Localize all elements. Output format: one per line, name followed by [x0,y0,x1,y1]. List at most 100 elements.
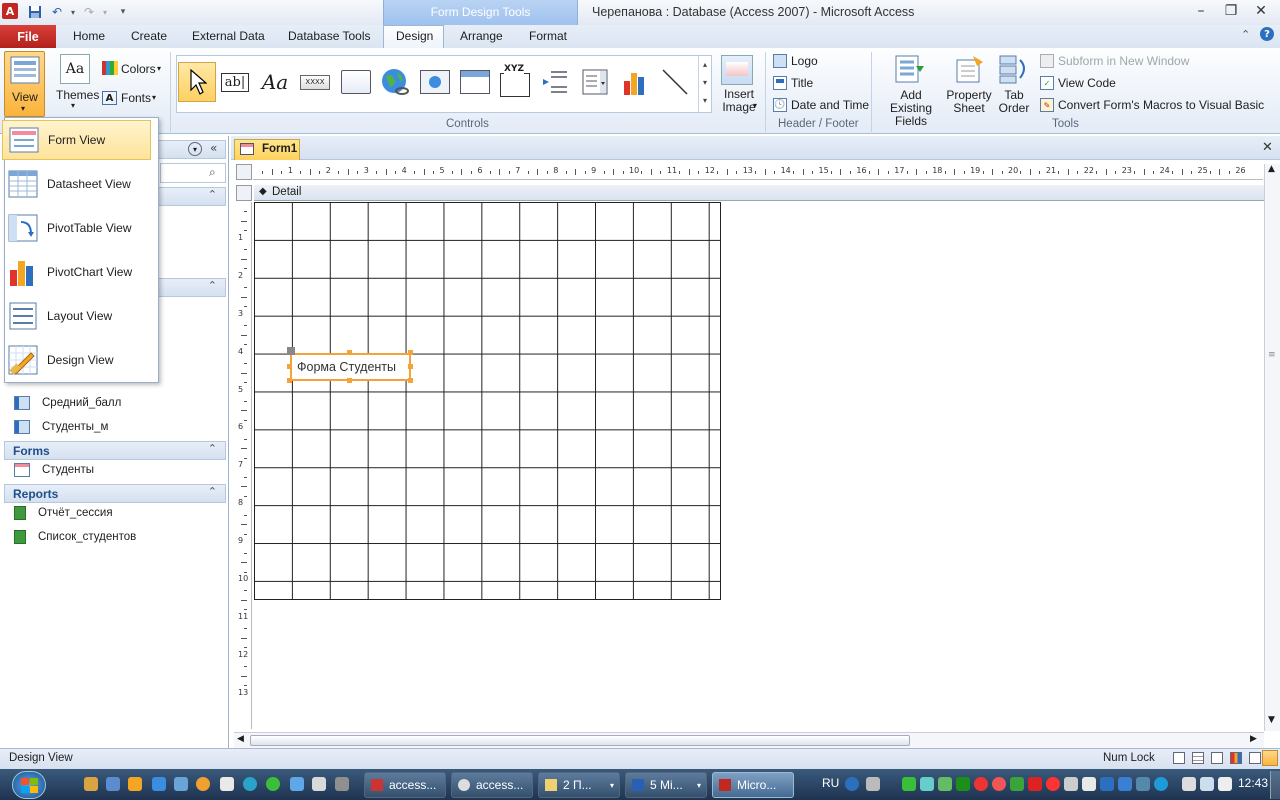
tab-design[interactable]: Design [396,29,433,43]
quicklaunch-icon[interactable] [128,777,142,791]
resize-handle[interactable] [287,378,292,383]
search-icon[interactable]: ⌕ [209,165,216,180]
quicklaunch-icon[interactable] [220,777,234,791]
start-button[interactable] [12,771,46,799]
tab-control[interactable] [338,62,374,102]
tray-icon[interactable] [992,777,1006,791]
taskbar-button[interactable]: access... [451,772,533,798]
themes-button[interactable]: Themes [56,88,99,102]
tray-icon[interactable] [920,777,934,791]
scroll-down-icon[interactable]: ▼ [1268,715,1275,725]
file-tab[interactable]: File [0,25,56,48]
nav-item-form[interactable]: Студенты [14,460,94,480]
design-grid[interactable] [254,202,721,600]
convert-macros-button[interactable]: Convert Form's Macros to Visual Basic [1058,98,1264,112]
button-control[interactable]: XXXX [297,62,333,102]
scroll-left-icon[interactable]: ◀ [237,734,244,744]
tray-icon[interactable] [866,777,880,791]
tray-icon[interactable] [938,777,952,791]
combo-box-control[interactable] [577,62,613,102]
textbox-control[interactable]: ab| [217,62,253,102]
quicklaunch-icon[interactable] [266,777,280,791]
section-selector[interactable] [236,185,252,201]
tab-home[interactable]: Home [73,29,105,43]
navigation-control[interactable] [457,62,493,102]
tab-order-button[interactable]: Tab Order [996,89,1032,115]
colors-button[interactable]: Colors [121,62,156,76]
label-control[interactable]: Aa [257,62,293,102]
tab-create[interactable]: Create [131,29,167,43]
scroll-right-icon[interactable]: ▶ [1250,734,1257,744]
nav-item-query[interactable]: Средний_балл [14,393,121,413]
tab-format[interactable]: Format [529,29,567,43]
menu-item-layout-view[interactable]: Layout View [2,296,151,336]
tab-external-data[interactable]: External Data [192,29,265,43]
scroll-up-icon[interactable]: ▲ [1268,164,1275,174]
nav-item-report[interactable]: Отчёт_сессия [14,503,113,523]
tray-icon[interactable] [974,777,988,791]
quicklaunch-icon[interactable] [196,777,210,791]
logo-button[interactable]: Logo [791,54,818,68]
restore-button[interactable]: ❐ [1217,0,1245,22]
tray-icon[interactable] [956,777,970,791]
view-button[interactable]: View ▾ [4,51,45,117]
menu-item-pivotchart-view[interactable]: PivotChart View [2,252,151,292]
web-browser-control[interactable] [417,62,453,102]
close-button[interactable]: ✕ [1247,0,1275,22]
nav-collapse-icon[interactable]: « [210,141,217,155]
chart-control[interactable] [617,62,653,102]
taskbar-button[interactable]: access... [364,772,446,798]
quicklaunch-icon[interactable] [106,777,120,791]
taskbar-button-active[interactable]: Micro... [712,772,794,798]
tray-icon[interactable] [1182,777,1196,791]
volume-icon[interactable] [1218,777,1232,791]
page-break-control[interactable] [537,62,573,102]
hyperlink-control[interactable] [377,62,413,102]
move-handle[interactable] [287,347,295,355]
redo-dropdown-icon[interactable]: ▾ [96,3,114,21]
taskbar-button[interactable]: 5 Mi... ▾ [625,772,707,798]
help-icon[interactable]: ? [1260,27,1274,41]
access-app-icon[interactable]: A [2,3,18,19]
colors-dropdown-icon[interactable]: ▾ [157,64,161,73]
tray-icon[interactable] [1118,777,1132,791]
form-selector[interactable] [236,164,252,180]
quicklaunch-icon[interactable] [84,777,98,791]
tray-icon[interactable] [1136,777,1150,791]
select-control[interactable] [178,62,216,102]
subform-new-window-button[interactable]: Subform in New Window [1058,54,1189,68]
quicklaunch-icon[interactable] [290,777,304,791]
tray-icon[interactable] [1154,777,1168,791]
nav-group-header-reports[interactable]: Reports ⌃ [4,484,226,503]
tab-database-tools[interactable]: Database Tools [288,29,371,43]
status-datasheet-view-icon[interactable] [1192,752,1204,764]
tray-icon[interactable] [1064,777,1078,791]
vertical-scrollbar[interactable]: ▲ ≡ ▼ [1264,164,1280,731]
quicklaunch-icon[interactable] [174,777,188,791]
minimize-ribbon-icon[interactable]: ⌃ [1241,28,1250,41]
horizontal-scrollbar[interactable]: ◀ ▶ [234,732,1264,748]
tray-icon[interactable] [1100,777,1114,791]
close-document-icon[interactable]: ✕ [1262,140,1273,155]
clock[interactable]: 12:43 [1238,776,1268,790]
gallery-scroll[interactable]: ▴ ▾ ▾ [698,56,711,112]
status-form-view-icon[interactable] [1173,752,1185,764]
line-control[interactable] [657,62,693,102]
tray-icon[interactable] [902,777,916,791]
insert-image-dropdown-icon[interactable]: ▾ [753,101,757,110]
resize-handle[interactable] [347,378,352,383]
tab-arrange[interactable]: Arrange [460,29,503,43]
taskbar-button[interactable]: 2 П... ▾ [538,772,620,798]
nav-group-header-forms[interactable]: Forms ⌃ [4,441,226,460]
quicklaunch-icon[interactable] [152,777,166,791]
network-icon[interactable] [1200,777,1214,791]
themes-dropdown-icon[interactable]: ▾ [71,101,75,110]
status-design-view-icon[interactable] [1262,750,1278,766]
resize-handle[interactable] [287,364,292,369]
nav-search-input[interactable] [160,163,226,183]
minimize-button[interactable]: – [1187,0,1215,22]
menu-item-datasheet-view[interactable]: Datasheet View [2,164,151,204]
tray-icon[interactable] [1028,777,1042,791]
tray-icon[interactable] [1082,777,1096,791]
status-layout-view-icon[interactable] [1249,752,1261,764]
